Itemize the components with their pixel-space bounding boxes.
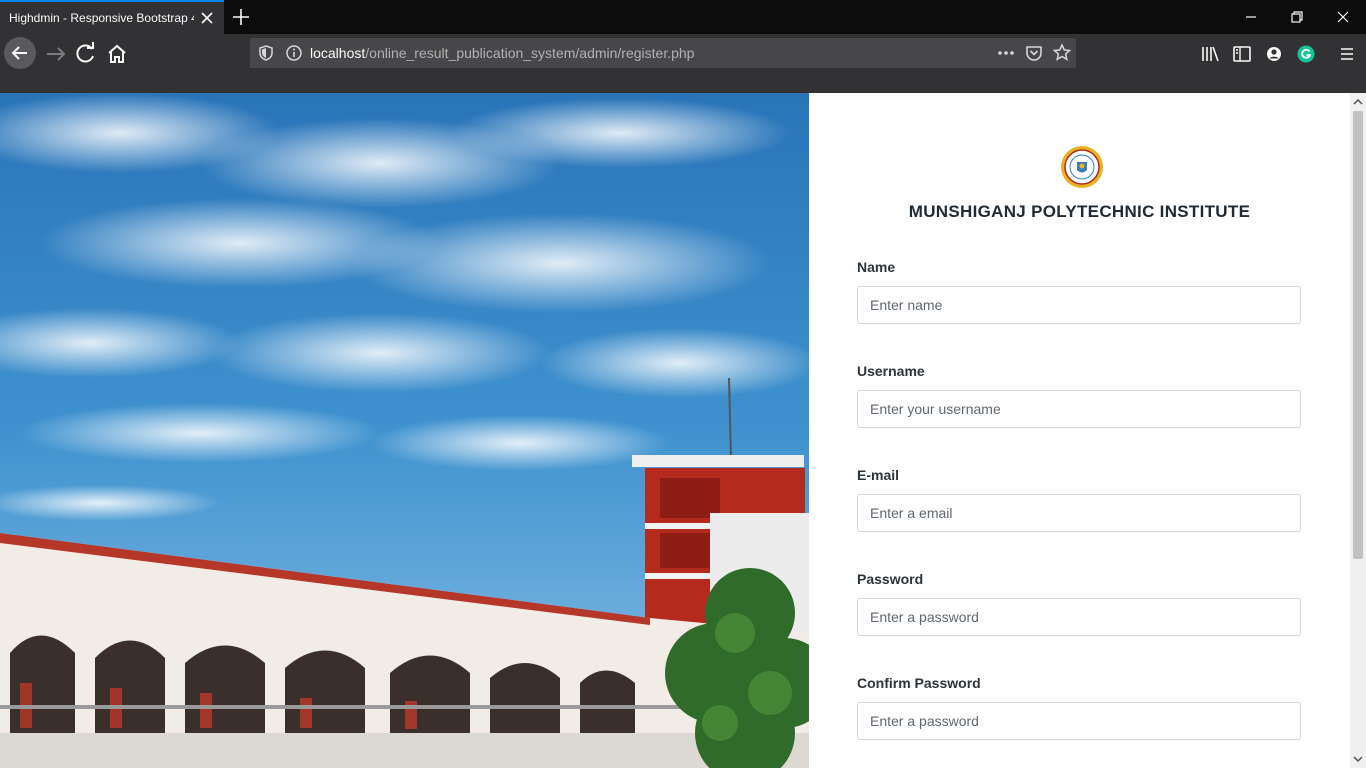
bookmark-star-icon[interactable] xyxy=(1050,41,1074,65)
register-page: MUNSHIGANJ POLYTECHNIC INSTITUTE Name Us… xyxy=(0,93,1366,768)
institute-name: MUNSHIGANJ POLYTECHNIC INSTITUTE xyxy=(908,202,1251,221)
shield-icon[interactable] xyxy=(256,43,276,63)
url-text: localhost/online_result_publication_syst… xyxy=(310,45,694,61)
back-arrow-icon xyxy=(11,46,27,60)
password-label: Password xyxy=(857,571,924,587)
new-tab-icon[interactable] xyxy=(229,5,253,29)
institute-seal-icon xyxy=(1061,146,1103,188)
confirm-password-label: Confirm Password xyxy=(857,675,981,691)
email-label: E-mail xyxy=(857,467,900,483)
restore-icon[interactable] xyxy=(1285,5,1309,29)
sidebar-icon[interactable] xyxy=(1230,42,1254,66)
name-label: Name xyxy=(857,259,896,275)
tab-title: Highdmin - Responsive Bootstrap 4 xyxy=(9,11,194,25)
close-window-icon[interactable] xyxy=(1331,5,1355,29)
home-icon[interactable] xyxy=(101,38,133,70)
toolbar-strip xyxy=(0,74,1366,94)
username-field[interactable] xyxy=(857,390,1301,428)
email-field[interactable] xyxy=(857,494,1301,532)
grammarly-icon[interactable] xyxy=(1294,42,1318,66)
browser-tab[interactable]: Highdmin - Responsive Bootstrap 4 xyxy=(0,0,224,34)
minimize-icon[interactable] xyxy=(1239,5,1263,29)
back-button[interactable] xyxy=(4,37,36,69)
page-scrollbar[interactable] xyxy=(1350,93,1366,768)
confirm-password-field[interactable] xyxy=(857,702,1301,740)
register-panel: MUNSHIGANJ POLYTECHNIC INSTITUTE Name Us… xyxy=(809,93,1350,768)
close-tab-icon[interactable] xyxy=(196,7,218,29)
info-icon[interactable] xyxy=(284,43,304,63)
url-path: /online_result_publication_system/admin/… xyxy=(365,45,695,61)
forward-icon[interactable] xyxy=(40,38,72,70)
url-bar[interactable]: localhost/online_result_publication_syst… xyxy=(250,38,1076,68)
scroll-down-icon[interactable] xyxy=(1353,754,1363,764)
page-actions-icon[interactable] xyxy=(994,41,1018,65)
navigation-toolbar: localhost/online_result_publication_syst… xyxy=(0,34,1366,74)
tab-bar: Highdmin - Responsive Bootstrap 4 xyxy=(0,0,1366,34)
reload-icon[interactable] xyxy=(70,38,102,70)
password-field[interactable] xyxy=(857,598,1301,636)
menu-icon[interactable] xyxy=(1335,42,1359,66)
pocket-icon[interactable] xyxy=(1022,41,1046,65)
campus-building-photo xyxy=(0,93,809,768)
account-icon[interactable] xyxy=(1262,42,1286,66)
url-host: localhost xyxy=(310,45,366,61)
library-icon[interactable] xyxy=(1198,42,1222,66)
scroll-up-icon[interactable] xyxy=(1353,97,1363,107)
username-label: Username xyxy=(857,363,925,379)
scrollbar-thumb[interactable] xyxy=(1353,111,1363,559)
name-field[interactable] xyxy=(857,286,1301,324)
